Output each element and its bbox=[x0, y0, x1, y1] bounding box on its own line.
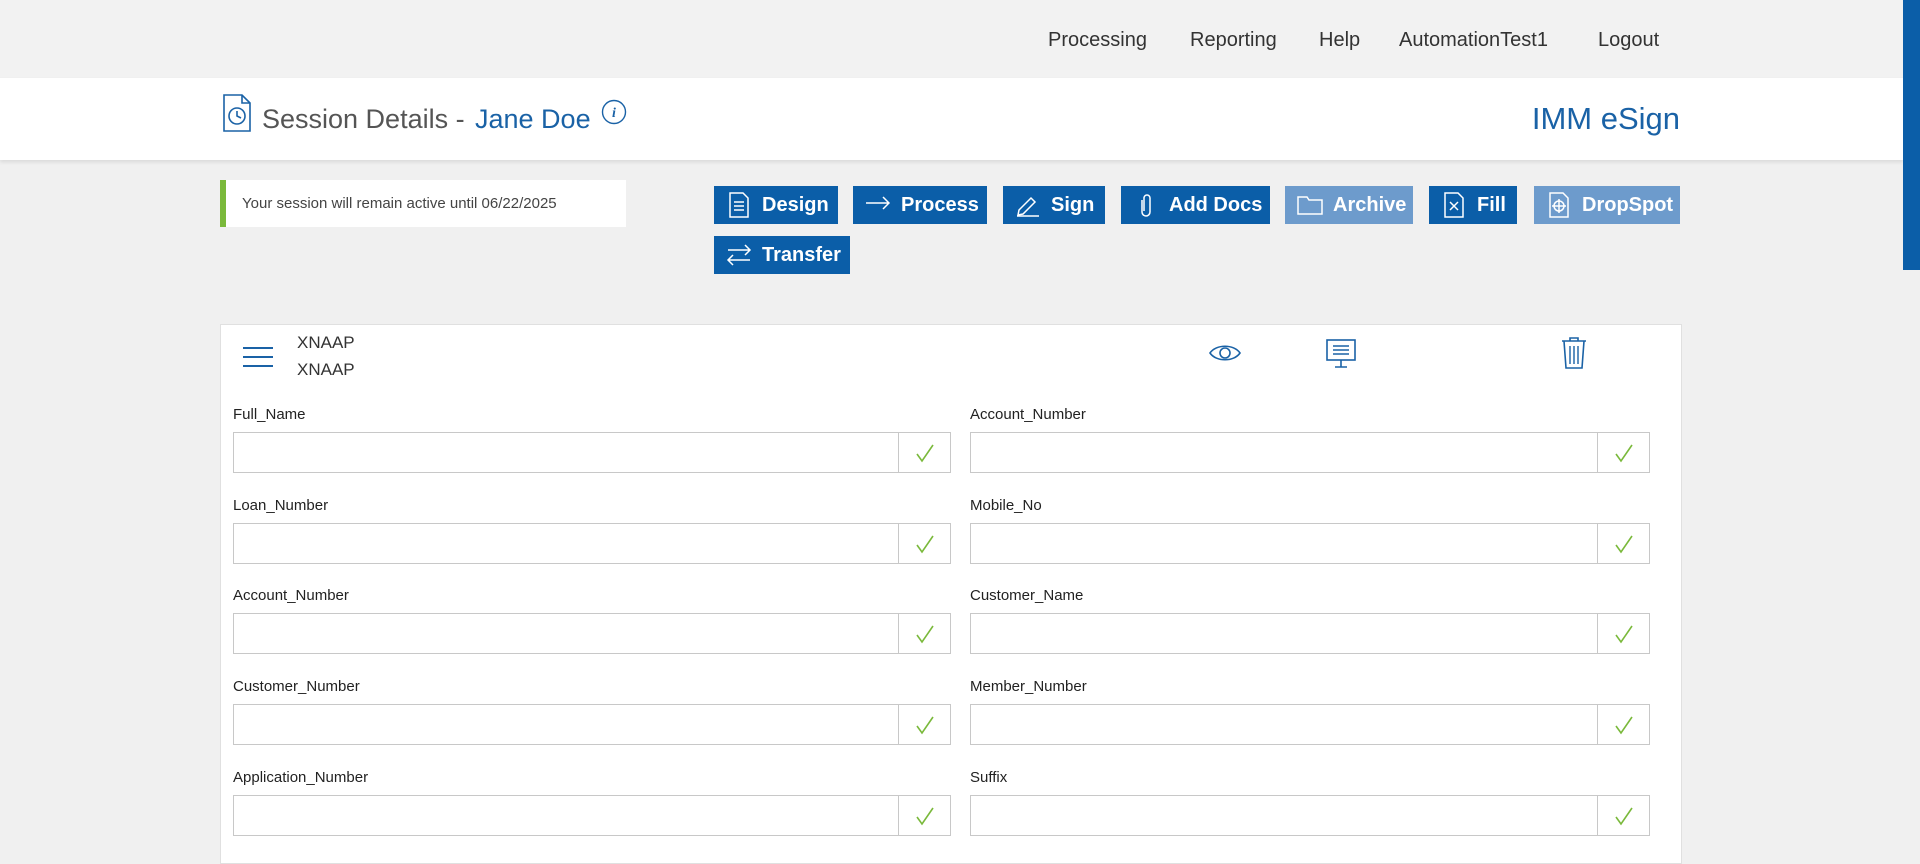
field-label: Customer_Name bbox=[970, 587, 1084, 604]
field-box bbox=[970, 613, 1650, 654]
info-icon[interactable]: i bbox=[601, 99, 627, 125]
field-box bbox=[970, 523, 1650, 564]
document-subname: XNAAP bbox=[297, 360, 355, 379]
transfer-button[interactable]: Transfer bbox=[714, 236, 850, 274]
checkmark-icon bbox=[915, 716, 934, 734]
scrollbar-thumb[interactable] bbox=[1903, 0, 1920, 270]
field-label: Loan_Number bbox=[233, 497, 329, 514]
nav-processing[interactable]: Processing bbox=[1048, 29, 1147, 52]
document-history-icon bbox=[223, 94, 251, 132]
checkmark-icon bbox=[1614, 444, 1633, 462]
member-number-input[interactable] bbox=[971, 705, 1597, 744]
field-label: Account_Number bbox=[233, 587, 349, 604]
paperclip-icon bbox=[1141, 194, 1151, 217]
account-number-input[interactable] bbox=[234, 614, 898, 653]
suffix-input[interactable] bbox=[971, 796, 1597, 835]
checkmark-icon bbox=[915, 444, 934, 462]
fill-button-label: Fill bbox=[1477, 193, 1506, 216]
transfer-button-label: Transfer bbox=[762, 243, 841, 266]
loan-number-input[interactable] bbox=[234, 524, 898, 563]
full-name-input[interactable] bbox=[234, 433, 898, 472]
pen-icon bbox=[1017, 196, 1039, 217]
list-document-icon bbox=[729, 192, 749, 218]
field-label: Full_Name bbox=[233, 406, 306, 423]
checkmark-icon bbox=[915, 535, 934, 553]
confirm-field-button[interactable] bbox=[1597, 796, 1649, 835]
field-label: Suffix bbox=[970, 769, 1008, 786]
svg-text:i: i bbox=[612, 106, 616, 121]
design-button[interactable]: Design bbox=[714, 186, 838, 224]
field-label: Customer_Number bbox=[233, 678, 360, 695]
swap-arrows-icon bbox=[726, 244, 752, 266]
field-label: Account_Number bbox=[970, 406, 1086, 423]
field-box bbox=[233, 795, 951, 836]
arrow-right-icon bbox=[866, 196, 891, 210]
checkmark-icon bbox=[915, 807, 934, 825]
target-document-icon bbox=[1549, 192, 1569, 218]
top-nav: Processing Reporting Help AutomationTest… bbox=[0, 0, 1903, 78]
confirm-field-button[interactable] bbox=[898, 705, 950, 744]
document-name: XNAAP bbox=[297, 333, 355, 352]
archive-button-label: Archive bbox=[1333, 193, 1407, 216]
session-notice: Your session will remain active until 06… bbox=[220, 180, 626, 227]
sign-button-label: Sign bbox=[1051, 193, 1095, 216]
dropspot-button[interactable]: DropSpot bbox=[1534, 186, 1680, 224]
process-button[interactable]: Process bbox=[853, 186, 987, 224]
page-title: Session Details - bbox=[262, 104, 465, 134]
account-number-input[interactable] bbox=[971, 433, 1597, 472]
session-name: Jane Doe bbox=[475, 104, 591, 134]
add-docs-button-label: Add Docs bbox=[1169, 193, 1263, 216]
checkmark-icon bbox=[1614, 716, 1633, 734]
eye-icon[interactable] bbox=[1208, 342, 1242, 364]
nav-help[interactable]: Help bbox=[1319, 29, 1360, 52]
nav-reporting[interactable]: Reporting bbox=[1190, 29, 1277, 52]
field-label: Member_Number bbox=[970, 678, 1087, 695]
customer-number-input[interactable] bbox=[234, 705, 898, 744]
sign-button[interactable]: Sign bbox=[1003, 186, 1105, 224]
mobile-no-input[interactable] bbox=[971, 524, 1597, 563]
field-label: Application_Number bbox=[233, 769, 369, 786]
confirm-field-button[interactable] bbox=[1597, 705, 1649, 744]
form-fill-icon bbox=[1444, 192, 1464, 218]
confirm-field-button[interactable] bbox=[1597, 433, 1649, 472]
nav-logout[interactable]: Logout bbox=[1598, 29, 1659, 52]
field-box bbox=[233, 523, 951, 564]
archive-button[interactable]: Archive bbox=[1285, 186, 1413, 224]
field-box bbox=[970, 704, 1650, 745]
nav-user[interactable]: AutomationTest1 bbox=[1399, 29, 1548, 52]
field-box bbox=[970, 432, 1650, 473]
field-box bbox=[233, 613, 951, 654]
session-notice-text: Your session will remain active until 06… bbox=[242, 195, 557, 212]
fill-button[interactable]: Fill bbox=[1429, 186, 1517, 224]
confirm-field-button[interactable] bbox=[898, 433, 950, 472]
trash-icon[interactable] bbox=[1560, 336, 1588, 370]
confirm-field-button[interactable] bbox=[1597, 614, 1649, 653]
dropspot-button-label: DropSpot bbox=[1582, 193, 1674, 216]
checkmark-icon bbox=[1614, 807, 1633, 825]
confirm-field-button[interactable] bbox=[898, 524, 950, 563]
process-button-label: Process bbox=[901, 193, 979, 216]
checkmark-icon bbox=[915, 625, 934, 643]
monitor-icon[interactable] bbox=[1325, 338, 1357, 370]
brand-label: IMM eSign bbox=[1531, 101, 1680, 136]
document-card bbox=[220, 324, 1682, 864]
field-label: Mobile_No bbox=[970, 497, 1042, 514]
folder-icon bbox=[1297, 196, 1323, 215]
field-box bbox=[970, 795, 1650, 836]
field-box bbox=[233, 704, 951, 745]
add-docs-button[interactable]: Add Docs bbox=[1121, 186, 1270, 224]
confirm-field-button[interactable] bbox=[1597, 524, 1649, 563]
checkmark-icon bbox=[1614, 625, 1633, 643]
field-box bbox=[233, 432, 951, 473]
confirm-field-button[interactable] bbox=[898, 796, 950, 835]
design-button-label: Design bbox=[762, 193, 829, 216]
confirm-field-button[interactable] bbox=[898, 614, 950, 653]
customer-name-input[interactable] bbox=[971, 614, 1597, 653]
checkmark-icon bbox=[1614, 535, 1633, 553]
menu-icon[interactable] bbox=[242, 345, 274, 369]
application-number-input[interactable] bbox=[234, 796, 898, 835]
